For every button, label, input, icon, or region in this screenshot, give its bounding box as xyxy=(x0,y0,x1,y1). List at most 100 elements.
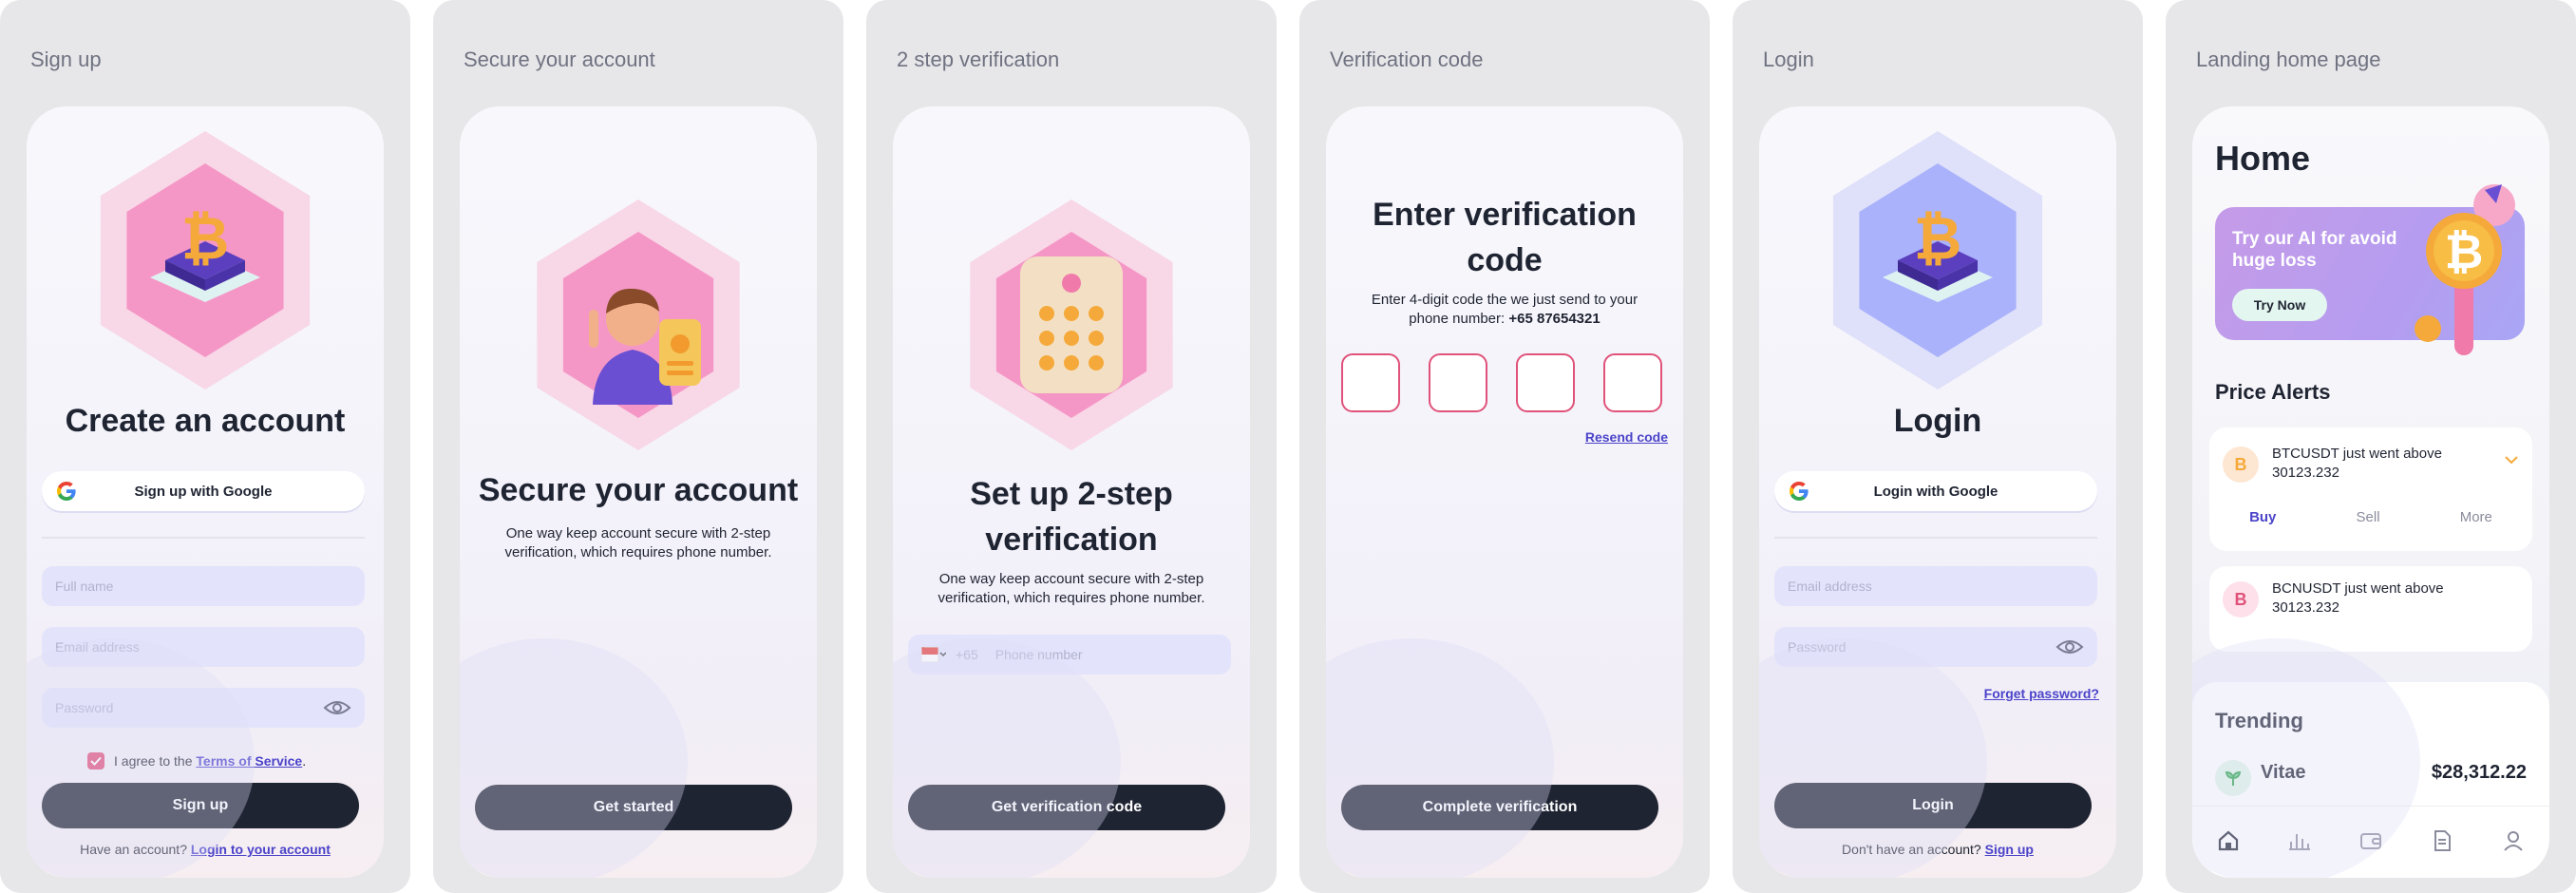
heading-line-2: code xyxy=(1467,242,1543,278)
try-now-button[interactable]: Try Now xyxy=(2232,289,2327,321)
nav-home-icon[interactable] xyxy=(2216,828,2241,858)
login-panel: Login ₿ Login Login with Google Email ad… xyxy=(1733,0,2143,893)
have-account-text: Have an account? xyxy=(80,842,191,857)
svg-text:₿: ₿ xyxy=(181,203,230,273)
panel-title: 2 step verification xyxy=(897,48,1060,71)
email-input[interactable]: Email address xyxy=(1774,566,2097,606)
phone-placeholder: Phone number xyxy=(994,647,1083,662)
code-digit-1[interactable] xyxy=(1341,353,1400,412)
code-digit-3[interactable] xyxy=(1516,353,1575,412)
alert-card-1[interactable]: B BTCUSDT just went above 30123.232 Buy … xyxy=(2209,428,2532,551)
twostep-panel: 2 step verification Set up 2-step verifi… xyxy=(866,0,1277,893)
country-code: +65 xyxy=(956,647,978,662)
heading-line-1: Set up 2-step xyxy=(970,476,1173,512)
login-link[interactable]: Login to your account xyxy=(191,842,331,857)
home-title: Home xyxy=(2215,139,2311,178)
nav-wallet-icon[interactable] xyxy=(2358,828,2383,858)
code-digit-2[interactable] xyxy=(1429,353,1487,412)
divider xyxy=(1774,537,2097,539)
google-signup-button[interactable]: Sign up with Google xyxy=(42,471,365,511)
bitcoin-illustration: ₿ xyxy=(1832,131,2043,390)
no-account-text: Don't have an account? xyxy=(1842,842,1985,857)
page-subtitle: One way keep account secure with 2-step … xyxy=(504,525,772,560)
login-button[interactable]: Login xyxy=(1774,783,2092,828)
terms-row: I agree to the Terms of Service . xyxy=(87,752,306,770)
bcn-icon: B xyxy=(2223,581,2259,618)
login-prompt: Have an account? Login to your account xyxy=(27,842,384,857)
password-placeholder: Password xyxy=(55,700,114,715)
heading-line-1: Enter verification xyxy=(1373,197,1637,233)
terms-prefix: I agree to the xyxy=(114,753,197,769)
page-heading: Create an account xyxy=(65,403,346,439)
password-input[interactable]: Password xyxy=(1774,627,2097,667)
eye-icon[interactable] xyxy=(2055,637,2084,659)
chevron-down-icon[interactable] xyxy=(2504,452,2519,469)
signup-button[interactable]: Sign up xyxy=(42,783,359,828)
panel-title: Verification code xyxy=(1330,48,1484,71)
get-started-button[interactable]: Get started xyxy=(475,785,792,830)
phone-number: +65 87654321 xyxy=(1508,311,1601,327)
alert-card-2[interactable]: B BCNUSDT just went above 30123.232 xyxy=(2209,566,2532,652)
eye-icon[interactable] xyxy=(323,698,351,720)
verify-panel: Verification code Enter verification cod… xyxy=(1299,0,1710,893)
secure-screen: Secure your account One way keep account… xyxy=(460,106,817,878)
twostep-screen: Set up 2-step verification One way keep … xyxy=(893,106,1250,878)
signup-panel: Sign up ₿ Create an account Sign up with… xyxy=(0,0,410,893)
forgot-password-link[interactable]: Forget password? xyxy=(1984,686,2099,701)
secure-panel: Secure your account Secure your account … xyxy=(433,0,843,893)
google-login-label: Login with Google xyxy=(1873,483,1998,500)
resend-code-link[interactable]: Resend code xyxy=(1585,429,1668,445)
google-signup-label: Sign up with Google xyxy=(134,483,273,500)
login-screen: ₿ Login Login with Google Email address … xyxy=(1759,106,2116,878)
heading-line-2: verification xyxy=(985,522,1158,558)
keypad-illustration xyxy=(970,200,1173,450)
alert-actions: Buy Sell More xyxy=(2209,509,2532,525)
leaf-icon xyxy=(2215,760,2251,796)
google-icon xyxy=(55,480,78,506)
page-heading: Enter verification code xyxy=(1326,192,1683,283)
page-heading: Login xyxy=(1893,403,1982,439)
price-alerts-title: Price Alerts xyxy=(2215,380,2331,404)
svg-text:₿: ₿ xyxy=(2445,224,2484,279)
complete-verification-button[interactable]: Complete verification xyxy=(1341,785,1658,830)
fullname-input[interactable]: Full name xyxy=(42,566,365,606)
nav-document-icon[interactable] xyxy=(2430,828,2454,858)
person-phone-illustration xyxy=(537,200,740,450)
page-subtitle: One way keep account secure with 2-step … xyxy=(938,571,1205,606)
signup-prompt: Don't have an account? Sign up xyxy=(1759,842,2116,857)
signup-screen: ₿ Create an account Sign up with Google … xyxy=(27,106,384,878)
google-login-button[interactable]: Login with Google xyxy=(1774,471,2097,511)
bottom-nav xyxy=(2192,806,2549,878)
alert-2-text: BCNUSDT just went above 30123.232 xyxy=(2272,580,2444,616)
signup-link[interactable]: Sign up xyxy=(1985,842,2034,857)
page-heading: Set up 2-step verification xyxy=(893,471,1250,562)
buy-button[interactable]: Buy xyxy=(2249,509,2276,525)
btc-icon: B xyxy=(2223,446,2259,483)
email-input[interactable]: Email address xyxy=(42,627,365,667)
more-button[interactable]: More xyxy=(2460,509,2492,525)
terms-link[interactable]: Terms of Service xyxy=(196,753,302,769)
page-subtitle: Enter 4-digit code the we just send to y… xyxy=(1354,291,1655,329)
nav-profile-icon[interactable] xyxy=(2501,828,2526,858)
nav-chart-icon[interactable] xyxy=(2287,828,2312,858)
code-digit-4[interactable] xyxy=(1603,353,1662,412)
trending-section: Trending Vitae $28,312.22 xyxy=(2192,682,2549,878)
terms-suffix: . xyxy=(302,753,307,769)
panel-title: Landing home page xyxy=(2196,48,2381,71)
google-icon xyxy=(1788,480,1810,506)
panel-title: Secure your account xyxy=(464,48,655,71)
bitcoin-key-illustration: ₿ xyxy=(2415,184,2515,355)
password-placeholder: Password xyxy=(1788,639,1847,655)
get-code-button[interactable]: Get verification code xyxy=(908,785,1225,830)
home-screen: Home Try our AI for avoid huge loss Try … xyxy=(2192,106,2549,878)
password-input[interactable]: Password xyxy=(42,688,365,728)
terms-checkbox[interactable] xyxy=(87,752,104,770)
verify-screen: Enter verification code Enter 4-digit co… xyxy=(1326,106,1683,878)
phone-input[interactable]: +65 Phone number xyxy=(908,635,1231,674)
sell-button[interactable]: Sell xyxy=(2357,509,2380,525)
trending-title: Trending xyxy=(2215,709,2303,732)
flag-icon[interactable] xyxy=(921,647,946,662)
subtitle-text: Enter 4-digit code the we just send to y… xyxy=(1371,292,1642,327)
svg-text:₿: ₿ xyxy=(1914,203,1962,273)
trend-name: Vitae xyxy=(2261,762,2306,783)
